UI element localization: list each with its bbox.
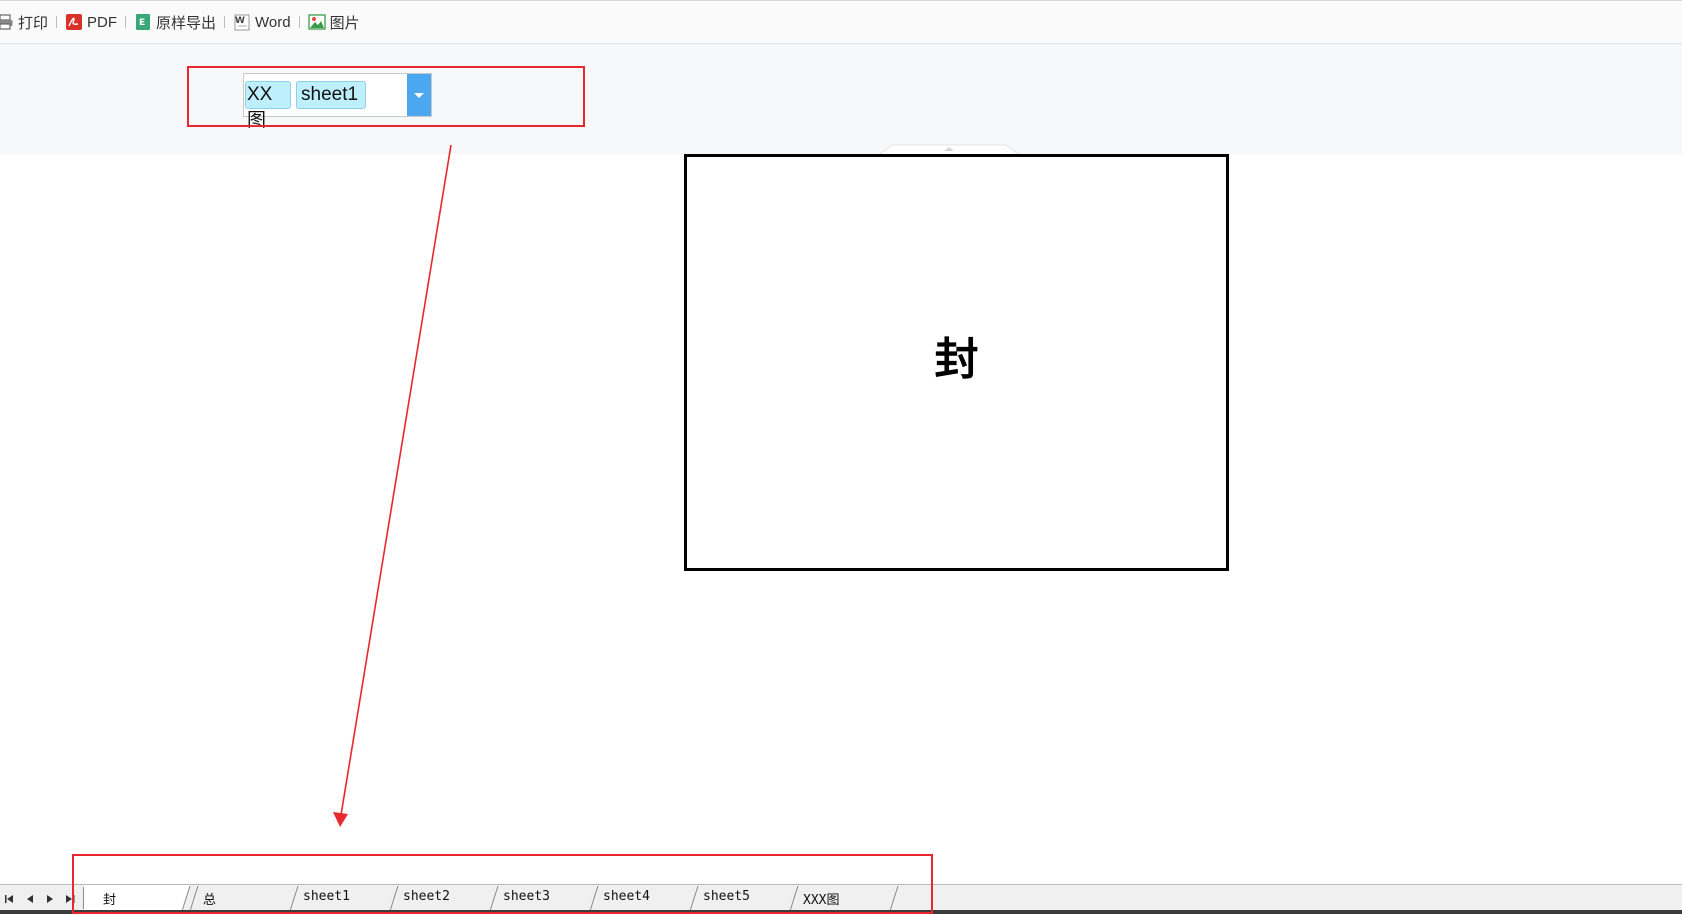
toolbar: 打印 PDF E 原样导出 W Word 图片: [0, 0, 1682, 44]
svg-text:W: W: [235, 16, 245, 26]
raw-export-button[interactable]: E 原样导出: [134, 10, 216, 34]
sheet-cover-cell: 封: [684, 154, 1229, 571]
prev-sheet-icon[interactable]: [20, 888, 40, 908]
annotation-box-selector: [187, 66, 585, 127]
print-button[interactable]: 打印: [0, 10, 48, 34]
image-button[interactable]: 图片: [307, 10, 360, 34]
word-icon: W: [233, 13, 251, 31]
toolbar-divider: [56, 16, 58, 28]
pdf-button[interactable]: PDF: [65, 10, 117, 34]
cell-text: 封: [934, 333, 979, 385]
word-button[interactable]: W Word: [233, 10, 291, 34]
svg-text:E: E: [139, 18, 145, 28]
printer-icon: [0, 13, 14, 31]
toolbar-divider: [298, 16, 300, 28]
word-label: Word: [255, 13, 291, 31]
annotation-box-tabs: [72, 854, 933, 914]
raw-export-label: 原样导出: [156, 14, 217, 32]
toolbar-divider: [125, 16, 127, 28]
pdf-label: PDF: [87, 13, 118, 31]
image-label: 图片: [329, 14, 360, 32]
next-sheet-icon[interactable]: [40, 888, 60, 908]
excel-icon: E: [134, 13, 152, 31]
first-sheet-icon[interactable]: [0, 888, 20, 908]
pdf-icon: [65, 13, 83, 31]
image-icon: [307, 13, 326, 31]
toolbar-divider: [224, 16, 226, 28]
print-label: 打印: [18, 14, 49, 32]
